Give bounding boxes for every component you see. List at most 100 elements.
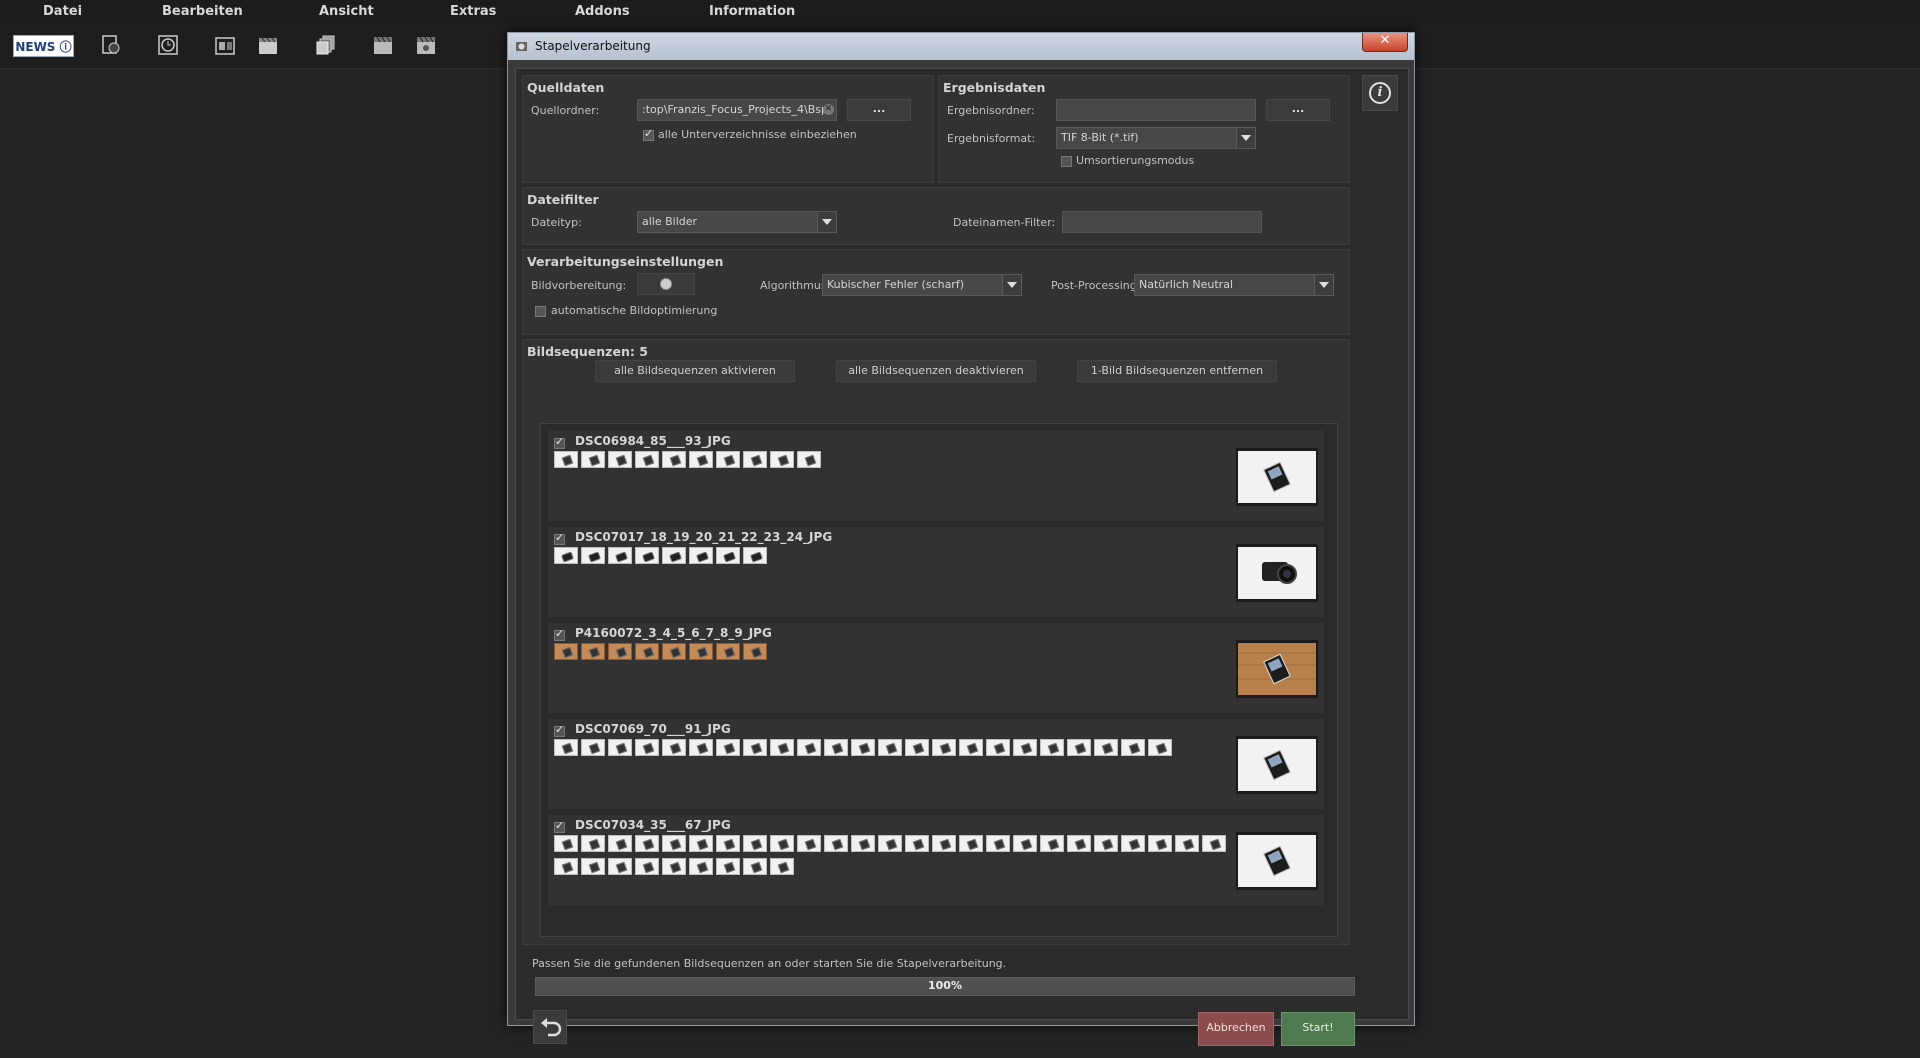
- frame-thumbnail[interactable]: [554, 835, 578, 852]
- frame-thumbnail[interactable]: [1040, 835, 1064, 852]
- sequence-preview[interactable]: [1236, 448, 1318, 506]
- remove-single-button[interactable]: 1-Bild Bildsequenzen entfernen: [1077, 360, 1277, 382]
- frame-thumbnail[interactable]: [689, 835, 713, 852]
- frame-thumbnail[interactable]: [662, 451, 686, 468]
- frame-thumbnail[interactable]: [608, 858, 632, 875]
- frame-thumbnail[interactable]: [581, 858, 605, 875]
- frame-thumbnail[interactable]: [743, 547, 767, 564]
- frame-thumbnail[interactable]: [743, 739, 767, 756]
- frame-thumbnail[interactable]: [743, 858, 767, 875]
- result-format-select[interactable]: TIF 8-Bit (*.tif): [1056, 127, 1256, 149]
- frame-thumbnail[interactable]: [581, 547, 605, 564]
- sequence-list[interactable]: DSC06984_85___93_JPG DSC07017_18_19_20_21…: [540, 423, 1338, 937]
- menu-ansicht[interactable]: Ansicht: [319, 0, 374, 24]
- frame-thumbnail[interactable]: [716, 835, 740, 852]
- file-type-select[interactable]: alle Bilder: [637, 211, 837, 233]
- frame-thumbnail[interactable]: [1148, 835, 1172, 852]
- frame-thumbnail[interactable]: [743, 451, 767, 468]
- frame-thumbnail[interactable]: [554, 739, 578, 756]
- frame-thumbnail[interactable]: [716, 739, 740, 756]
- sequence-checkbox[interactable]: [554, 627, 565, 641]
- frame-thumbnail[interactable]: [1040, 739, 1064, 756]
- frame-thumbnail[interactable]: [635, 858, 659, 875]
- frame-thumbnail[interactable]: [581, 643, 605, 660]
- frame-thumbnail[interactable]: [986, 835, 1010, 852]
- frame-thumbnail[interactable]: [716, 858, 740, 875]
- activate-all-button[interactable]: alle Bildsequenzen aktivieren: [595, 360, 795, 382]
- subdirs-checkbox[interactable]: [643, 127, 654, 141]
- name-filter-input[interactable]: [1062, 211, 1262, 233]
- frame-thumbnail[interactable]: [851, 739, 875, 756]
- frame-thumbnail[interactable]: [581, 739, 605, 756]
- undo-button[interactable]: [533, 1010, 567, 1044]
- frame-thumbnail[interactable]: [824, 835, 848, 852]
- menu-information[interactable]: Information: [709, 0, 795, 24]
- start-button[interactable]: Start!: [1281, 1012, 1355, 1046]
- frame-thumbnail[interactable]: [743, 643, 767, 660]
- sequence-item[interactable]: DSC07017_18_19_20_21_22_23_24_JPG: [548, 527, 1324, 617]
- frame-thumbnail[interactable]: [689, 858, 713, 875]
- sequence-checkbox[interactable]: [554, 723, 565, 737]
- history-icon[interactable]: [157, 34, 179, 56]
- frame-thumbnail[interactable]: [1013, 835, 1037, 852]
- frame-thumbnail[interactable]: [959, 739, 983, 756]
- result-browse-button[interactable]: ...: [1266, 99, 1330, 121]
- frame-thumbnail[interactable]: [716, 451, 740, 468]
- source-folder-input[interactable]: :top\Franzis_Focus_Projects_4\Bsp: [637, 99, 837, 121]
- frame-thumbnail[interactable]: [554, 643, 578, 660]
- frame-thumbnail[interactable]: [689, 739, 713, 756]
- frame-thumbnail[interactable]: [554, 451, 578, 468]
- sequence-preview[interactable]: [1236, 832, 1318, 890]
- frame-thumbnail[interactable]: [635, 643, 659, 660]
- sequence-item[interactable]: DSC07069_70___91_JPG: [548, 719, 1324, 809]
- close-button[interactable]: ✕: [1362, 33, 1408, 52]
- sequence-preview[interactable]: [1236, 544, 1318, 602]
- frame-thumbnail[interactable]: [905, 835, 929, 852]
- clear-icon[interactable]: ✕: [823, 104, 834, 115]
- frame-thumbnail[interactable]: [905, 739, 929, 756]
- sequence-checkbox[interactable]: [554, 531, 565, 545]
- sequence-checkbox[interactable]: [554, 435, 565, 449]
- frame-thumbnail[interactable]: [716, 547, 740, 564]
- document-icon[interactable]: [100, 34, 122, 56]
- frame-thumbnail[interactable]: [824, 739, 848, 756]
- dialog-titlebar[interactable]: Stapelverarbeitung ✕: [508, 33, 1414, 60]
- sequence-checkbox[interactable]: [554, 819, 565, 833]
- image-prep-button[interactable]: [637, 273, 695, 295]
- source-browse-button[interactable]: ...: [847, 99, 911, 121]
- gallery-icon[interactable]: [214, 34, 236, 56]
- frame-thumbnail[interactable]: [1067, 835, 1091, 852]
- frame-thumbnail[interactable]: [662, 835, 686, 852]
- frame-thumbnail[interactable]: [1121, 739, 1145, 756]
- sequence-item[interactable]: DSC06984_85___93_JPG: [548, 431, 1324, 521]
- frame-thumbnail[interactable]: [608, 547, 632, 564]
- frame-thumbnail[interactable]: [1067, 739, 1091, 756]
- frame-thumbnail[interactable]: [770, 858, 794, 875]
- menu-addons[interactable]: Addons: [575, 0, 630, 24]
- frame-thumbnail[interactable]: [986, 739, 1010, 756]
- frame-thumbnail[interactable]: [608, 835, 632, 852]
- frame-thumbnail[interactable]: [554, 547, 578, 564]
- frame-thumbnail[interactable]: [581, 835, 605, 852]
- frame-thumbnail[interactable]: [689, 547, 713, 564]
- batch-film-icon[interactable]: [372, 34, 394, 56]
- frame-thumbnail[interactable]: [932, 835, 956, 852]
- auto-optimize-checkbox[interactable]: [535, 306, 546, 317]
- cancel-button[interactable]: Abbrechen: [1198, 1012, 1274, 1046]
- frame-thumbnail[interactable]: [554, 858, 578, 875]
- frame-thumbnail[interactable]: [1175, 835, 1199, 852]
- frame-thumbnail[interactable]: [635, 739, 659, 756]
- frame-thumbnail[interactable]: [878, 835, 902, 852]
- frame-thumbnail[interactable]: [608, 739, 632, 756]
- frame-thumbnail[interactable]: [770, 835, 794, 852]
- frame-thumbnail[interactable]: [635, 835, 659, 852]
- batch-film-alt-icon[interactable]: [415, 34, 437, 56]
- result-folder-input[interactable]: [1056, 99, 1256, 121]
- news-button[interactable]: NEWS ⓘ: [13, 35, 74, 57]
- stack-icon[interactable]: [315, 34, 337, 56]
- frame-thumbnail[interactable]: [851, 835, 875, 852]
- frame-thumbnail[interactable]: [608, 643, 632, 660]
- frame-thumbnail[interactable]: [797, 451, 821, 468]
- frame-thumbnail[interactable]: [770, 451, 794, 468]
- info-button[interactable]: i: [1362, 75, 1398, 111]
